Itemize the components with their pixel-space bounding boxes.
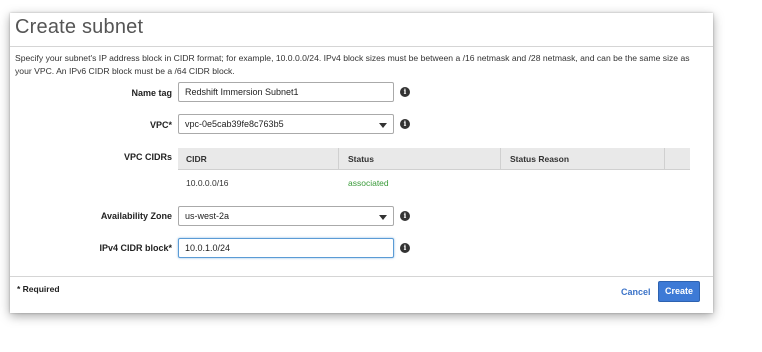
vpc-cidrs-label: VPC CIDRs <box>123 152 172 162</box>
column-header-status: Status <box>348 154 374 164</box>
dialog-title: Create subnet <box>15 16 144 38</box>
vpc-select-value: vpc-0e5cab39fe8c763b5 <box>185 119 284 129</box>
create-subnet-dialog: Create subnet Specify your subnet's IP a… <box>10 13 713 313</box>
column-header-status-reason: Status Reason <box>510 154 570 164</box>
column-header-cidr: CIDR <box>186 154 207 164</box>
required-note: * Required <box>17 284 60 294</box>
availability-zone-label: Availability Zone <box>100 211 172 221</box>
chevron-down-icon <box>379 123 387 128</box>
availability-zone-value: us-west-2a <box>185 211 230 221</box>
info-icon[interactable]: i <box>400 211 410 221</box>
column-divider <box>500 148 501 170</box>
title-divider <box>10 46 713 47</box>
info-icon[interactable]: i <box>400 243 410 253</box>
ipv4-cidr-input[interactable]: 10.0.1.0/24 <box>178 238 394 258</box>
column-divider <box>338 148 339 170</box>
cell-status: associated <box>348 178 389 188</box>
cancel-button[interactable]: Cancel <box>621 287 651 297</box>
name-tag-input[interactable]: Redshift Immersion Subnet1 <box>178 82 394 102</box>
info-icon[interactable]: i <box>400 87 410 97</box>
name-tag-label: Name tag <box>131 88 172 98</box>
footer-divider <box>10 276 713 277</box>
vpc-cidrs-table: CIDR Status Status Reason 10.0.0.0/16 as… <box>178 148 690 200</box>
table-header: CIDR Status Status Reason <box>178 148 690 170</box>
vpc-label: VPC* <box>149 120 172 130</box>
availability-zone-select[interactable]: us-west-2a <box>178 206 394 226</box>
chevron-down-icon <box>379 215 387 220</box>
cell-cidr: 10.0.0.0/16 <box>186 178 229 188</box>
dialog-description: Specify your subnet's IP address block i… <box>15 53 690 76</box>
ipv4-cidr-label: IPv4 CIDR block* <box>99 243 172 253</box>
column-divider <box>664 148 665 170</box>
create-button[interactable]: Create <box>658 281 700 302</box>
vpc-select[interactable]: vpc-0e5cab39fe8c763b5 <box>178 114 394 134</box>
info-icon[interactable]: i <box>400 119 410 129</box>
